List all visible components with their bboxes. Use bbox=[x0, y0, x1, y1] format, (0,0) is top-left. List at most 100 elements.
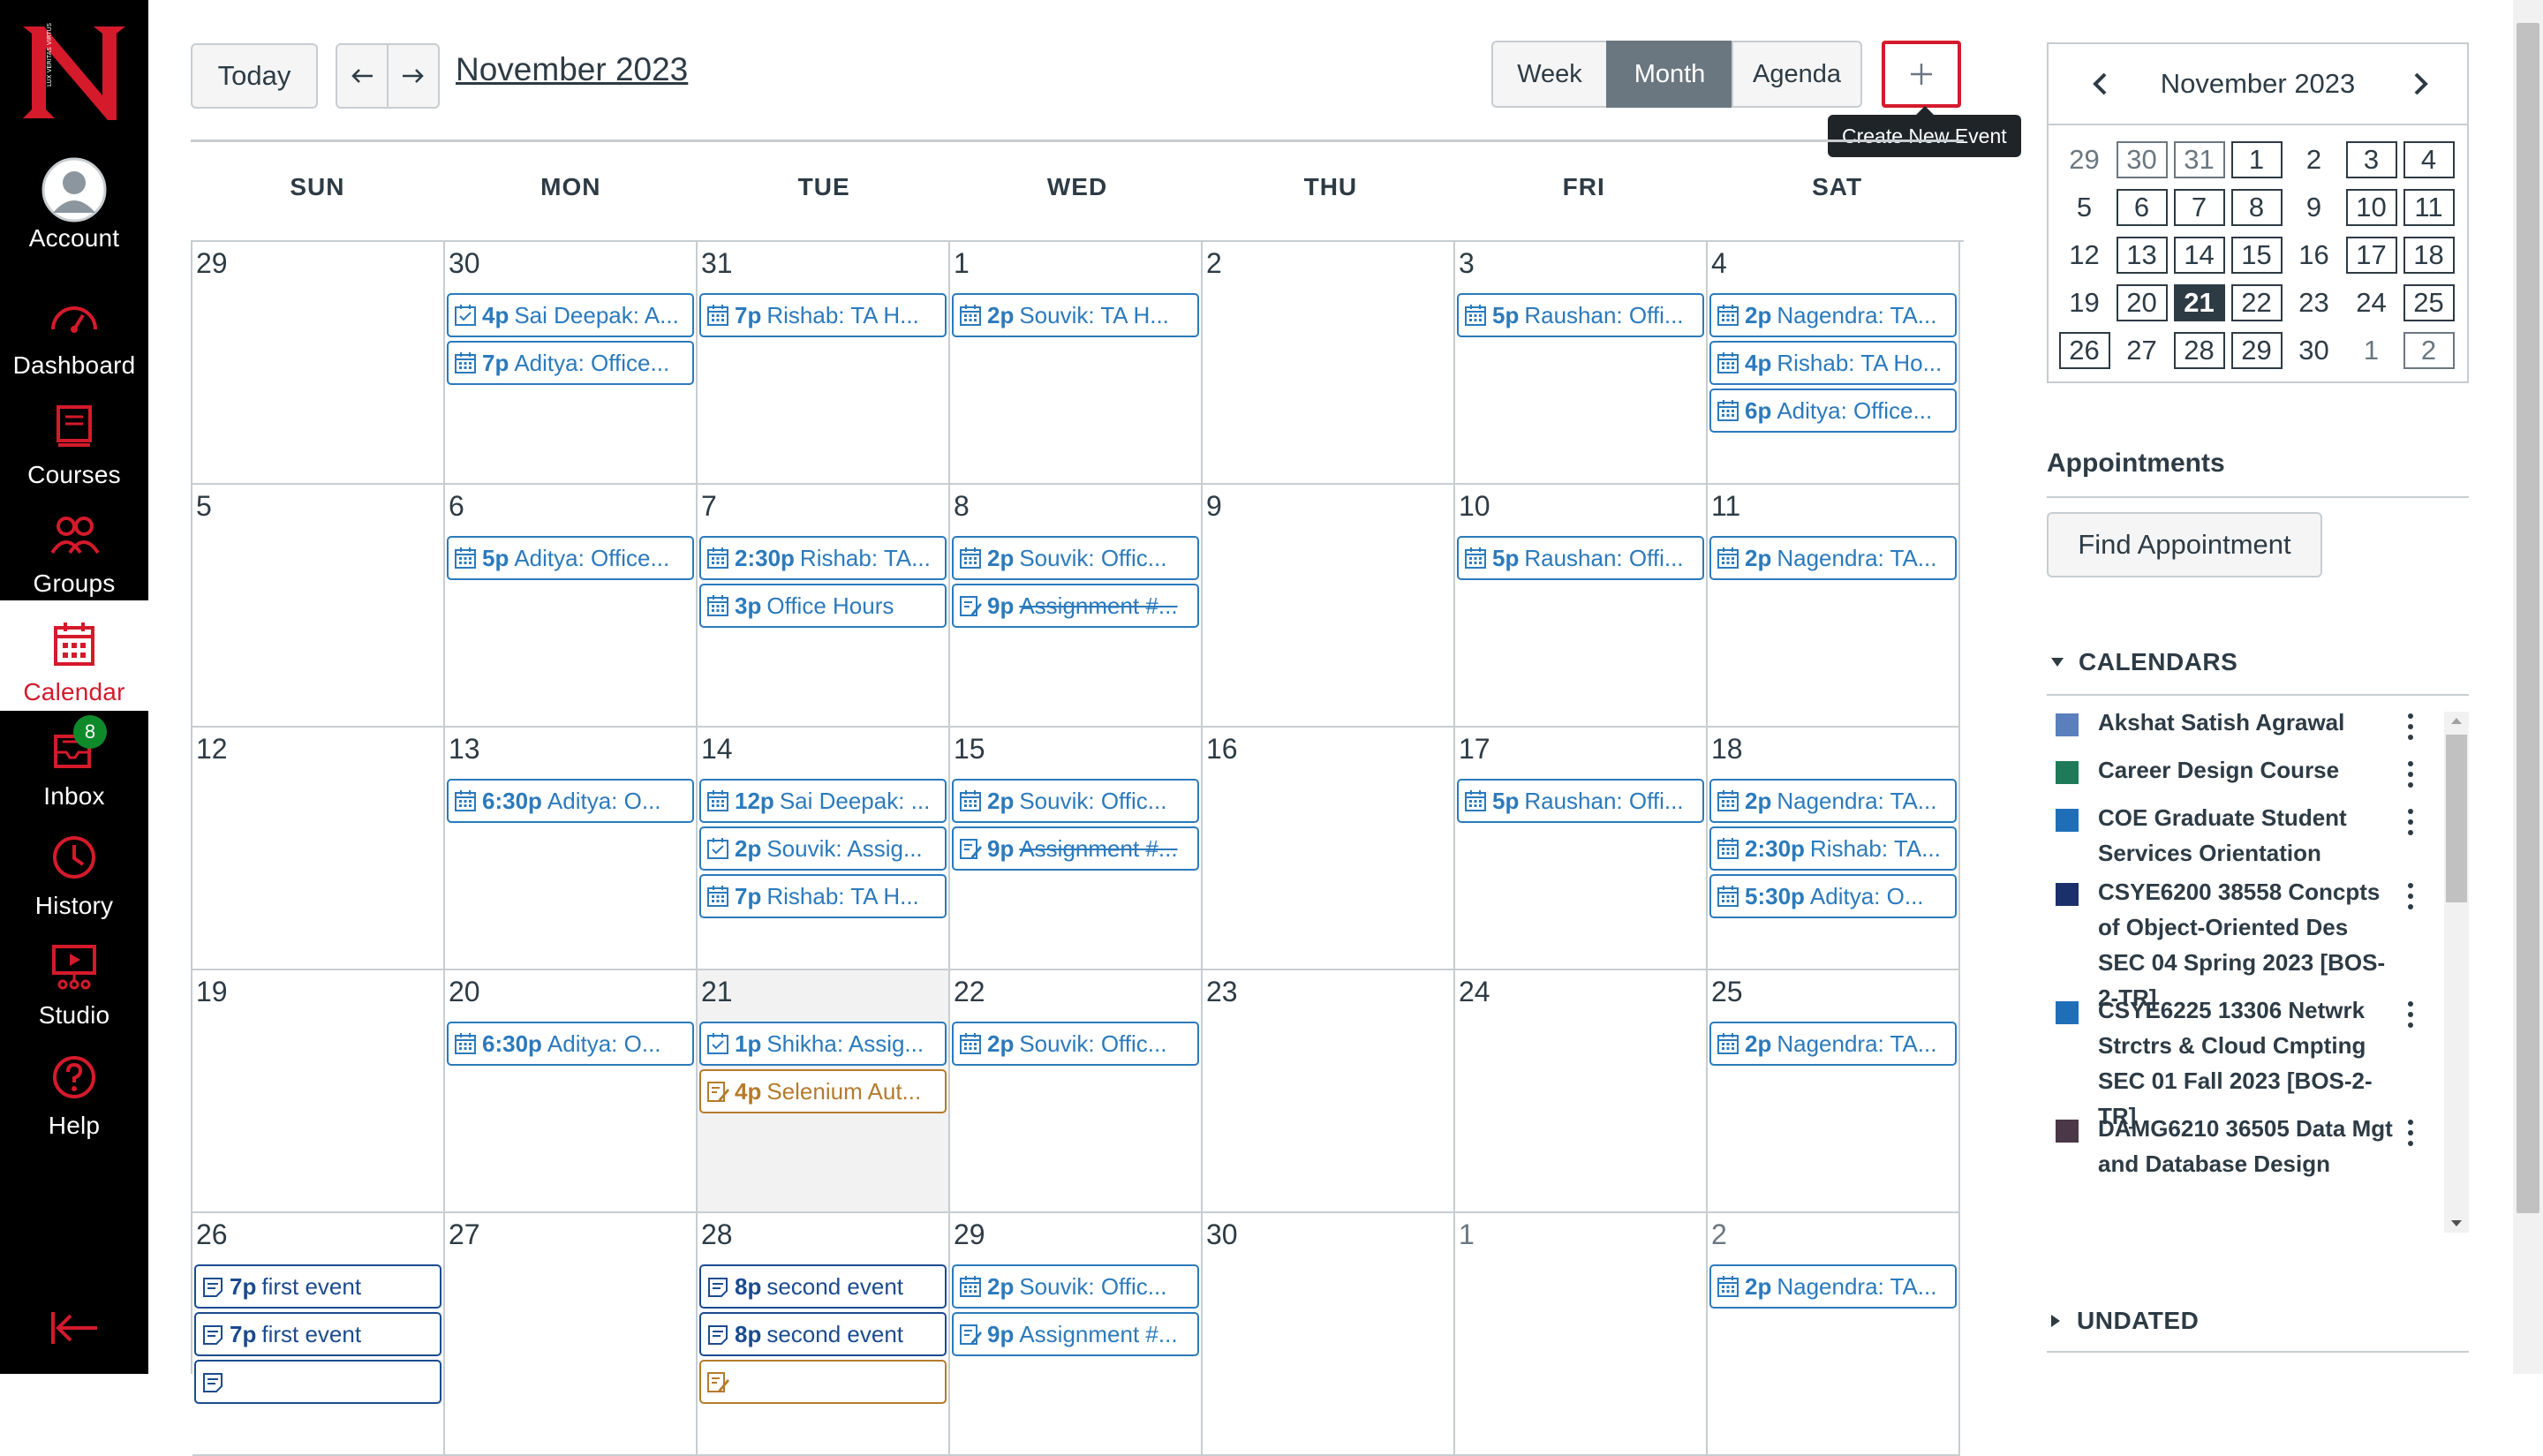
calendar-event[interactable]: 6:30p Aditya: O... bbox=[447, 779, 694, 823]
mini-prev-chevron-icon[interactable] bbox=[2087, 71, 2114, 97]
mini-day[interactable]: 15 bbox=[2228, 231, 2285, 279]
more-options-icon[interactable] bbox=[2405, 1000, 2416, 1030]
calendar-event[interactable]: 4p Selenium Aut... bbox=[699, 1069, 947, 1113]
mini-day[interactable]: 31 bbox=[2170, 136, 2228, 184]
mini-day[interactable]: 29 bbox=[2056, 136, 2113, 184]
mini-next-chevron-icon[interactable] bbox=[2407, 71, 2434, 97]
day-number[interactable]: 2 bbox=[1711, 1218, 1727, 1251]
calendar-event[interactable]: 9p Assignment #... bbox=[952, 826, 1199, 871]
calendar-color-swatch[interactable] bbox=[2056, 1120, 2079, 1143]
day-cell[interactable]: 4 2p Nagendra: TA... 4p Rishab: TA Ho... 6p Ad… bbox=[1708, 242, 1960, 485]
mini-day[interactable]: 6 bbox=[2113, 184, 2170, 231]
more-options-icon[interactable] bbox=[2405, 712, 2416, 742]
day-number[interactable]: 18 bbox=[1711, 733, 1743, 766]
calendar-event[interactable]: 7p first event bbox=[194, 1312, 441, 1356]
day-number[interactable]: 3 bbox=[1459, 247, 1475, 280]
mini-day[interactable]: 1 bbox=[2228, 136, 2285, 184]
more-options-icon[interactable] bbox=[2405, 881, 2416, 911]
calendar-event[interactable] bbox=[194, 1360, 441, 1404]
day-cell[interactable]: 10 5p Raushan: Offi... bbox=[1455, 485, 1708, 728]
calendar-event[interactable]: 7p Rishab: TA H... bbox=[699, 874, 947, 918]
calendar-event[interactable]: 2p Souvik: Assig... bbox=[699, 826, 947, 871]
mini-day[interactable]: 27 bbox=[2113, 327, 2170, 374]
mini-day[interactable]: 5 bbox=[2056, 184, 2113, 231]
calendar-event[interactable]: 2p Nagendra: TA... bbox=[1709, 536, 1957, 580]
day-cell[interactable]: 25 2p Nagendra: TA... bbox=[1708, 970, 1960, 1213]
calendar-event[interactable]: 4p Sai Deepak: A... bbox=[447, 293, 694, 337]
day-cell[interactable]: 16 bbox=[1203, 728, 1455, 970]
calendar-list-item[interactable]: DAMG6210 36505 Data Mgt and Database Des… bbox=[2047, 1111, 2435, 1181]
day-number[interactable]: 25 bbox=[1711, 976, 1743, 1008]
day-cell[interactable]: 11 2p Nagendra: TA... bbox=[1708, 485, 1960, 728]
calendar-list-item[interactable]: Akshat Satish Agrawal bbox=[2047, 705, 2435, 740]
calendar-event[interactable]: 2p Nagendra: TA... bbox=[1709, 1022, 1957, 1066]
day-cell-today[interactable]: 21 1p Shikha: Assig... 4p Selenium Aut... bbox=[698, 970, 950, 1213]
mini-day[interactable]: 24 bbox=[2343, 279, 2400, 327]
mini-day[interactable]: 2 bbox=[2285, 136, 2343, 184]
calendar-event[interactable]: 2p Souvik: Offic... bbox=[952, 1022, 1199, 1066]
nav-studio[interactable]: Studio bbox=[0, 934, 148, 1042]
day-cell[interactable]: 19 bbox=[192, 970, 445, 1213]
day-cell[interactable]: 5 bbox=[192, 485, 445, 728]
calendar-event[interactable]: 4p Rishab: TA Ho... bbox=[1709, 341, 1957, 385]
mini-day[interactable]: 28 bbox=[2170, 327, 2228, 374]
nav-help[interactable]: Help bbox=[0, 1045, 148, 1152]
month-title[interactable]: November 2023 bbox=[456, 51, 688, 88]
day-cell[interactable]: 28 8p second event 8p second event bbox=[698, 1213, 950, 1456]
mini-day[interactable]: 29 bbox=[2228, 327, 2285, 374]
more-options-icon[interactable] bbox=[2405, 1118, 2416, 1148]
day-number[interactable]: 30 bbox=[1206, 1218, 1238, 1251]
page-scroll-thumb[interactable] bbox=[2517, 23, 2539, 1213]
find-appointment-button[interactable]: Find Appointment bbox=[2047, 512, 2322, 577]
calendar-event[interactable]: 5p Raushan: Offi... bbox=[1457, 779, 1704, 823]
scroll-down-icon[interactable] bbox=[2444, 1215, 2469, 1233]
mini-day[interactable]: 1 bbox=[2343, 327, 2400, 374]
day-number[interactable]: 26 bbox=[196, 1218, 228, 1251]
calendar-color-swatch[interactable] bbox=[2056, 1001, 2079, 1024]
calendar-event[interactable]: 9p Assignment #... bbox=[952, 1312, 1199, 1356]
calendar-event[interactable]: 2p Souvik: TA H... bbox=[952, 293, 1199, 337]
day-cell[interactable]: 18 2p Nagendra: TA... 2:30p Rishab: TA... 5:3… bbox=[1708, 728, 1960, 970]
calendar-event[interactable]: 2p Nagendra: TA... bbox=[1709, 1264, 1957, 1309]
day-number[interactable]: 13 bbox=[449, 733, 480, 766]
calendar-event[interactable]: 2:30p Rishab: TA... bbox=[1709, 826, 1957, 871]
university-logo[interactable]: LUX VERITAS VIRTUS bbox=[19, 21, 129, 124]
mini-day[interactable]: 7 bbox=[2170, 184, 2228, 231]
nav-dashboard[interactable]: Dashboard bbox=[0, 284, 148, 392]
calendar-event[interactable]: 5:30p Aditya: O... bbox=[1709, 874, 1957, 918]
calendar-event[interactable]: 5p Raushan: Offi... bbox=[1457, 536, 1704, 580]
day-cell[interactable]: 12 bbox=[192, 728, 445, 970]
calendar-event[interactable] bbox=[699, 1360, 947, 1404]
day-cell[interactable]: 27 bbox=[445, 1213, 698, 1456]
day-number[interactable]: 20 bbox=[449, 976, 480, 1008]
day-number[interactable]: 5 bbox=[196, 490, 212, 523]
more-options-icon[interactable] bbox=[2405, 759, 2416, 789]
nav-account[interactable]: Account bbox=[0, 157, 148, 265]
mini-day[interactable]: 18 bbox=[2400, 231, 2457, 279]
calendar-event[interactable]: 2p Nagendra: TA... bbox=[1709, 779, 1957, 823]
mini-day[interactable]: 12 bbox=[2056, 231, 2113, 279]
mini-day[interactable]: 20 bbox=[2113, 279, 2170, 327]
calendar-color-swatch[interactable] bbox=[2056, 761, 2079, 784]
calendar-event[interactable]: 2p Souvik: Offic... bbox=[952, 779, 1199, 823]
day-cell[interactable]: 20 6:30p Aditya: O... bbox=[445, 970, 698, 1213]
day-number[interactable]: 7 bbox=[701, 490, 717, 523]
calendar-event[interactable]: 7p Rishab: TA H... bbox=[699, 293, 947, 337]
calendar-color-swatch[interactable] bbox=[2056, 809, 2079, 832]
today-button[interactable]: Today bbox=[191, 43, 318, 109]
day-number[interactable]: 22 bbox=[954, 976, 985, 1008]
day-number[interactable]: 8 bbox=[954, 490, 970, 523]
day-number[interactable]: 4 bbox=[1711, 247, 1727, 280]
mini-day[interactable]: 9 bbox=[2285, 184, 2343, 231]
calendar-event[interactable]: 2p Nagendra: TA... bbox=[1709, 293, 1957, 337]
mini-day[interactable]: 19 bbox=[2056, 279, 2113, 327]
calendar-event[interactable]: 3p Office Hours bbox=[699, 584, 947, 628]
undated-toggle[interactable]: UNDATED bbox=[2050, 1307, 2199, 1335]
day-cell[interactable]: 13 6:30p Aditya: O... bbox=[445, 728, 698, 970]
scroll-up-icon[interactable] bbox=[2444, 712, 2469, 729]
day-number[interactable]: 1 bbox=[1459, 1218, 1475, 1251]
mini-day[interactable]: 26 bbox=[2056, 327, 2113, 374]
day-number[interactable]: 27 bbox=[449, 1218, 480, 1251]
nav-courses[interactable]: Courses bbox=[0, 394, 148, 502]
calendar-event[interactable]: 9p Assignment #... bbox=[952, 584, 1199, 628]
